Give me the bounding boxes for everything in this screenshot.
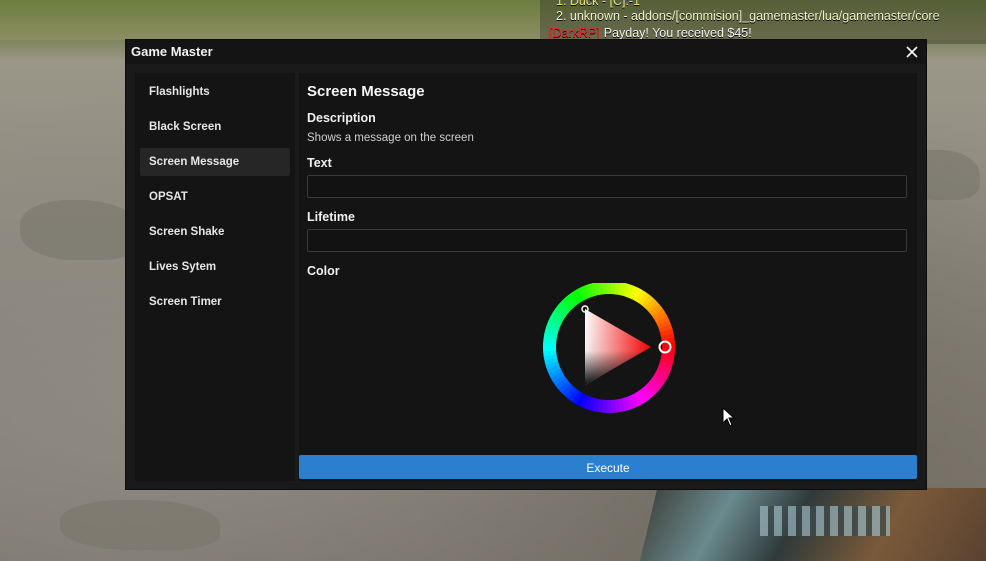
sidebar-item-label: OPSAT [149, 191, 188, 203]
sidebar-item-label: Black Screen [149, 121, 222, 133]
execute-button-label: Execute [586, 461, 630, 475]
execute-button[interactable]: Execute [299, 455, 917, 479]
text-label: Text [307, 156, 332, 170]
color-wheel-picker[interactable] [543, 283, 675, 415]
color-label: Color [307, 264, 340, 278]
description-text: Shows a message on the screen [307, 132, 474, 144]
console-line: 2. unknown - addons/[commision]_gamemast… [556, 9, 940, 23]
chat-message: Payday! You received $45! [603, 26, 752, 40]
sidebar-item-opsat[interactable]: OPSAT [140, 183, 290, 211]
chat-line: [DarkRP] Payday! You received $45! [549, 26, 752, 40]
game-master-window: Game Master Flashlights Black Screen Scr… [126, 40, 926, 489]
sidebar-item-screen-shake[interactable]: Screen Shake [140, 218, 290, 246]
sidebar-item-label: Screen Shake [149, 226, 225, 238]
sidebar-item-lives-system[interactable]: Lives Sytem [140, 253, 290, 281]
page-title: Screen Message [307, 83, 425, 100]
mouse-cursor-icon [722, 407, 736, 427]
content-panel: Screen Message Description Shows a messa… [299, 73, 917, 481]
viewmodel-weapon [640, 488, 986, 561]
chat-tag: [DarkRP] [549, 26, 600, 40]
value-shade [585, 309, 651, 385]
sidebar-item-screen-timer[interactable]: Screen Timer [140, 288, 290, 316]
sidebar-item-black-screen[interactable]: Black Screen [140, 113, 290, 141]
close-icon [906, 46, 918, 58]
sidebar-item-label: Lives Sytem [149, 261, 217, 273]
sidebar: Flashlights Black Screen Screen Message … [135, 73, 295, 481]
lifetime-label: Lifetime [307, 210, 355, 224]
description-label: Description [307, 111, 376, 125]
background-rock [20, 200, 140, 260]
sidebar-item-label: Screen Timer [149, 296, 222, 308]
lifetime-input[interactable] [307, 229, 907, 252]
close-button[interactable] [902, 42, 922, 62]
text-input[interactable] [307, 175, 907, 198]
sidebar-item-screen-message[interactable]: Screen Message [140, 148, 290, 176]
sidebar-item-label: Screen Message [149, 156, 240, 168]
sidebar-item-label: Flashlights [149, 86, 210, 98]
background-rock [60, 500, 220, 550]
window-title: Game Master [131, 44, 213, 59]
console-line: 1. Duck - [C]:-1 [556, 0, 641, 8]
sidebar-item-flashlights[interactable]: Flashlights [140, 78, 290, 106]
title-bar[interactable]: Game Master [126, 40, 926, 64]
